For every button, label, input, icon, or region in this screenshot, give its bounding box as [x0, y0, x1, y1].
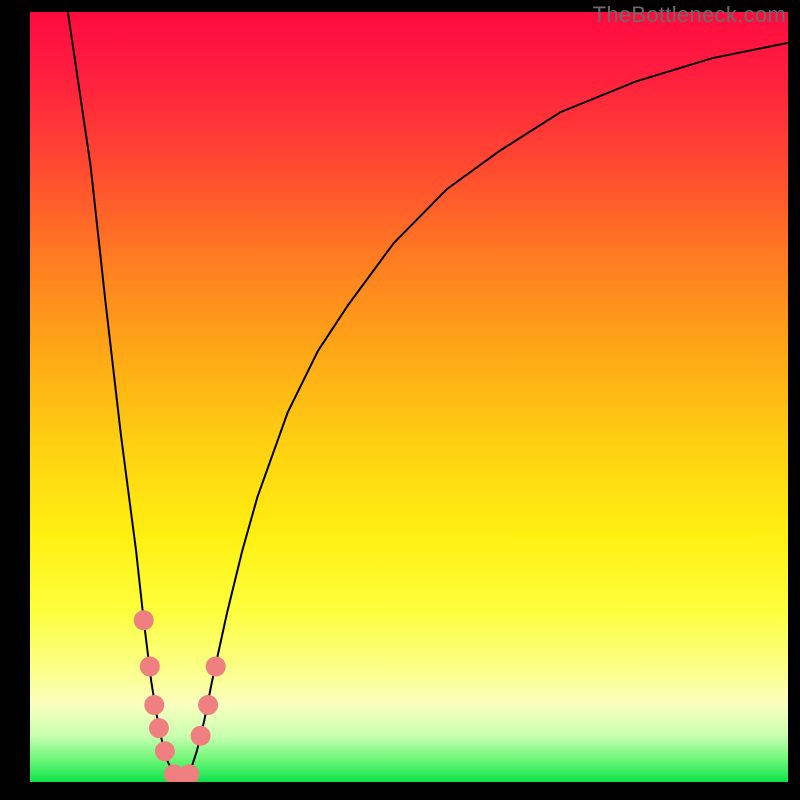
- data-marker: [206, 657, 226, 677]
- plot-area: [30, 12, 788, 782]
- chart-frame: TheBottleneck.com: [0, 0, 800, 800]
- data-marker: [191, 726, 211, 746]
- data-marker: [134, 610, 154, 630]
- watermark-text: TheBottleneck.com: [593, 2, 786, 28]
- curve-path: [68, 12, 788, 782]
- data-marker: [155, 741, 175, 761]
- data-marker: [144, 695, 164, 715]
- data-marker: [140, 657, 160, 677]
- data-marker: [179, 764, 199, 782]
- data-marker: [198, 695, 218, 715]
- bottleneck-curve: [30, 12, 788, 782]
- data-marker: [149, 718, 169, 738]
